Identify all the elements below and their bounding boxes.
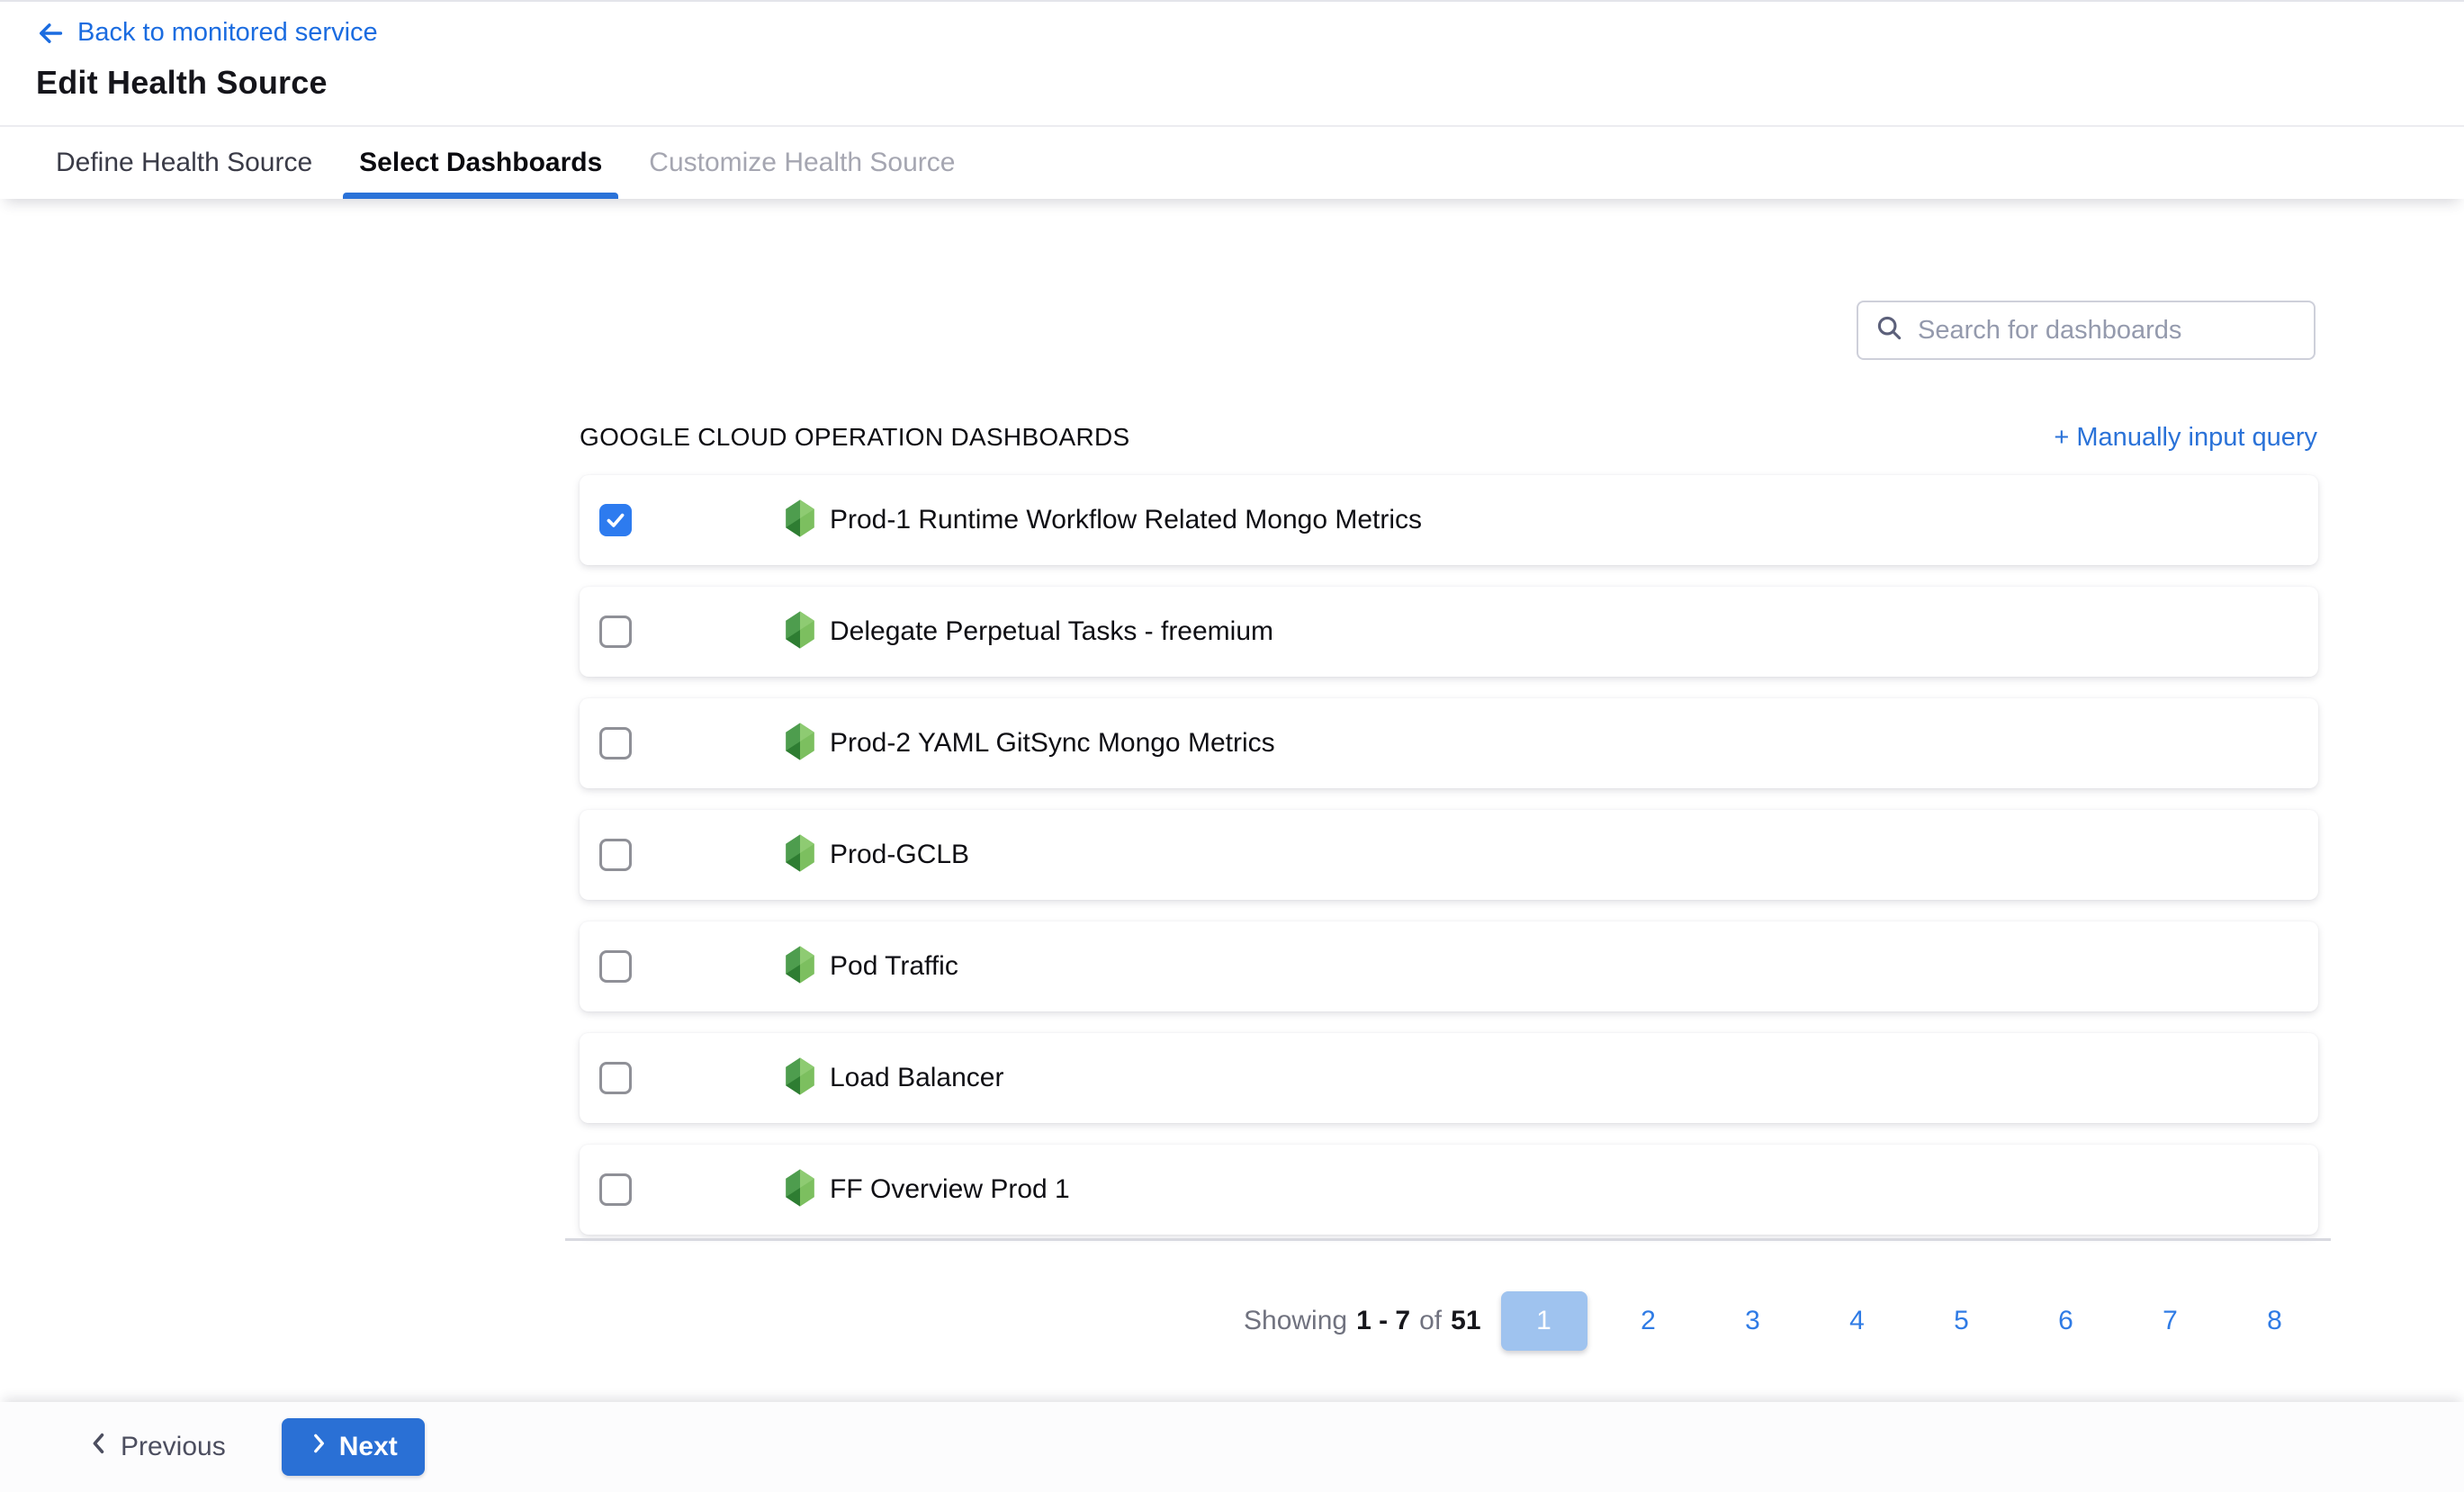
pagination-page-button[interactable]: 7 <box>2118 1306 2223 1336</box>
dashboard-checkbox[interactable] <box>599 839 632 871</box>
pagination: Showing 1 - 7 of 51 1 2 3 4 5 6 7 8 <box>1244 1290 2327 1352</box>
previous-button[interactable]: Previous <box>88 1431 226 1463</box>
dashboard-hexagon-icon <box>783 611 817 653</box>
dashboard-row[interactable]: Prod-1 Runtime Workflow Related Mongo Me… <box>580 475 2318 565</box>
dashboard-list: Prod-1 Runtime Workflow Related Mongo Me… <box>580 475 2318 1256</box>
select-dashboards-panel: GOOGLE CLOUD OPERATION DASHBOARDS + Manu… <box>0 211 2464 1402</box>
dashboard-checkbox[interactable] <box>599 950 632 983</box>
showing-label: Showing <box>1244 1306 1347 1336</box>
search-icon <box>1875 313 1905 348</box>
list-header-row: GOOGLE CLOUD OPERATION DASHBOARDS + Manu… <box>580 412 2317 463</box>
wizard-tabbar: Define Health Source Select Dashboards C… <box>0 125 2464 199</box>
dashboard-row[interactable]: FF Overview Prod 1 <box>580 1145 2318 1235</box>
dashboard-name: Delegate Perpetual Tasks - freemium <box>830 616 1273 647</box>
dashboard-hexagon-icon <box>783 1057 817 1100</box>
showing-range: 1 - 7 <box>1356 1306 1410 1336</box>
dashboard-checkbox[interactable] <box>599 727 632 759</box>
back-link-label: Back to monitored service <box>77 18 378 48</box>
dashboard-row[interactable]: Prod-2 YAML GitSync Mongo Metrics <box>580 698 2318 788</box>
pagination-page-button[interactable]: 6 <box>2014 1306 2118 1336</box>
dashboard-name: FF Overview Prod 1 <box>830 1174 1070 1205</box>
dashboard-checkbox[interactable] <box>599 1062 632 1094</box>
dashboard-hexagon-icon <box>783 1169 817 1211</box>
pagination-page-button[interactable]: 4 <box>1805 1306 1910 1336</box>
dashboard-hexagon-icon <box>783 834 817 876</box>
dashboard-name: Load Balancer <box>830 1063 1003 1093</box>
dashboard-row[interactable]: Load Balancer <box>580 1033 2318 1123</box>
showing-total: 51 <box>1451 1306 1480 1336</box>
dashboard-row[interactable]: Delegate Perpetual Tasks - freemium <box>580 587 2318 677</box>
page-title: Edit Health Source <box>36 64 2464 102</box>
tab-customize-health-source: Customize Health Source <box>649 127 955 199</box>
manually-input-query-link[interactable]: + Manually input query <box>2054 423 2317 453</box>
wizard-footer: Previous Next <box>0 1402 2464 1492</box>
list-bottom-divider <box>565 1238 2331 1241</box>
tab-define-health-source[interactable]: Define Health Source <box>56 127 312 199</box>
dashboard-name: Prod-GCLB <box>830 840 969 870</box>
dashboard-checkbox[interactable] <box>599 504 632 536</box>
dashboard-group-heading: GOOGLE CLOUD OPERATION DASHBOARDS <box>580 423 1130 452</box>
tab-select-dashboards[interactable]: Select Dashboards <box>359 127 602 199</box>
dashboard-name: Prod-2 YAML GitSync Mongo Metrics <box>830 728 1275 759</box>
pagination-page-button[interactable]: 1 <box>1501 1291 1587 1351</box>
previous-button-label: Previous <box>121 1432 226 1462</box>
back-link[interactable]: Back to monitored service <box>36 18 378 48</box>
dashboard-name: Pod Traffic <box>830 951 958 982</box>
pagination-pages: 1 2 3 4 5 6 7 8 <box>1501 1291 2327 1351</box>
pagination-page-button[interactable]: 5 <box>1910 1306 2014 1336</box>
dashboard-search[interactable] <box>1857 301 2316 360</box>
page-header: Back to monitored service Edit Health So… <box>0 0 2464 102</box>
dashboard-row[interactable]: Pod Traffic <box>580 921 2318 1011</box>
edit-health-source-page: Back to monitored service Edit Health So… <box>0 0 2464 1492</box>
showing-of: of <box>1419 1306 1442 1336</box>
pagination-summary: Showing 1 - 7 of 51 <box>1244 1306 1481 1336</box>
next-button-label: Next <box>339 1432 398 1462</box>
pagination-page-button[interactable]: 2 <box>1596 1306 1701 1336</box>
arrow-left-icon <box>36 19 65 48</box>
pagination-page-button[interactable]: 3 <box>1701 1306 1805 1336</box>
dashboard-name: Prod-1 Runtime Workflow Related Mongo Me… <box>830 505 1422 535</box>
dashboard-hexagon-icon <box>783 946 817 988</box>
dashboard-hexagon-icon <box>783 499 817 542</box>
chevron-left-icon <box>88 1431 110 1463</box>
dashboard-row[interactable]: Prod-GCLB <box>580 810 2318 900</box>
next-button[interactable]: Next <box>282 1418 425 1476</box>
pagination-page-button[interactable]: 8 <box>2223 1306 2327 1336</box>
dashboard-checkbox[interactable] <box>599 1173 632 1206</box>
search-input[interactable] <box>1918 316 2298 346</box>
dashboard-hexagon-icon <box>783 723 817 765</box>
dashboard-checkbox[interactable] <box>599 616 632 648</box>
chevron-right-icon <box>309 1432 328 1462</box>
